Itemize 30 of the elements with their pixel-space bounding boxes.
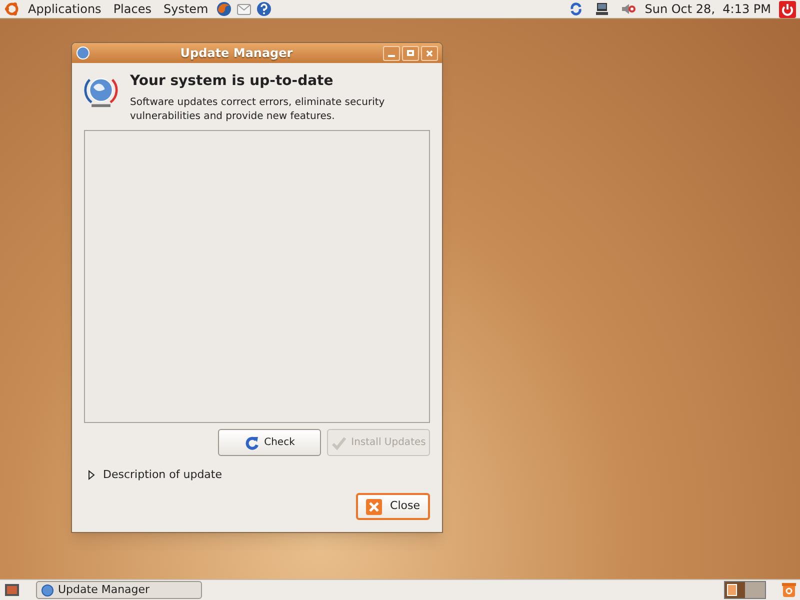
check-button[interactable]: Check — [218, 429, 321, 456]
help-icon[interactable] — [256, 1, 272, 17]
menu-item[interactable]: Applications — [28, 0, 102, 18]
minimize-button[interactable] — [383, 46, 400, 60]
speaker-icon[interactable] — [620, 2, 637, 16]
description-expander[interactable]: Description of update — [88, 467, 222, 484]
logo-icon[interactable] — [4, 1, 20, 17]
checkmark-icon — [331, 434, 348, 450]
expander-arrow-icon — [88, 470, 95, 480]
show-desktop-icon[interactable] — [4, 582, 20, 598]
refresh-icon[interactable] — [568, 2, 583, 16]
network-icon[interactable] — [594, 2, 609, 16]
mail-icon[interactable] — [236, 1, 252, 17]
menu-item[interactable]: System — [163, 0, 208, 18]
refresh-icon — [244, 434, 260, 450]
menu-item[interactable]: Places — [113, 0, 152, 18]
window-title: Update Manager — [179, 45, 294, 62]
close-icon — [426, 50, 433, 56]
status-heading: Your system is up-to-date — [130, 72, 334, 91]
maximize-button[interactable] — [402, 46, 419, 60]
close-x-icon — [366, 498, 382, 514]
trash-icon[interactable] — [782, 582, 796, 598]
status-description: Software updates correct errors, eliminate security vulnerabilities and provide new features. — [130, 96, 386, 124]
workspace-button[interactable] — [725, 582, 745, 598]
browser-icon[interactable] — [216, 1, 232, 17]
close-window-button[interactable] — [421, 46, 438, 60]
taskbar-button[interactable]: Update Manager — [36, 581, 202, 599]
clock[interactable]: Sun Oct 28, 4:13 PM — [644, 0, 771, 18]
close-button[interactable]: Close — [356, 493, 430, 520]
power-icon[interactable] — [779, 0, 796, 18]
